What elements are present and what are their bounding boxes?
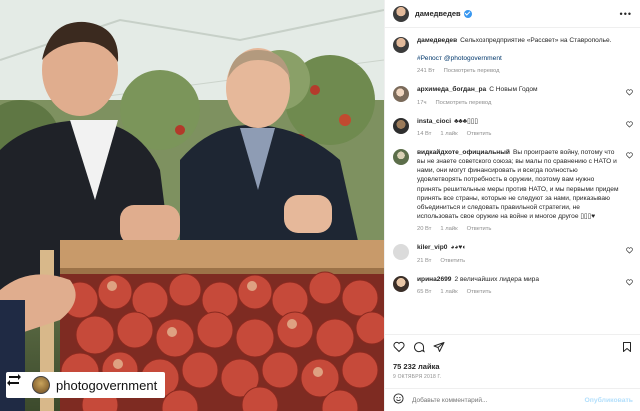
comment-input[interactable] — [412, 396, 585, 404]
repost-source-name: photogovernment — [56, 377, 158, 393]
heart-icon[interactable] — [626, 247, 633, 254]
bookmark-icon[interactable] — [621, 341, 633, 353]
comment-text: ◕◕♥◐ — [450, 244, 467, 252]
comment-time[interactable]: 20 Вт — [417, 226, 431, 232]
likes-count[interactable]: 75 232 лайка — [393, 362, 440, 371]
post-side-panel: дамедведев ••• дамедведев Сельхозпредприя… — [384, 0, 640, 411]
commenter-username[interactable]: ирина2699 — [417, 276, 451, 283]
comment-reply-button[interactable]: Ответить — [467, 289, 492, 295]
heart-icon[interactable] — [626, 279, 633, 286]
comment-icon[interactable] — [413, 341, 425, 353]
commenter-username[interactable]: insta_cioci — [417, 118, 451, 125]
commenter-username[interactable]: видкайдхоте_официальный — [417, 149, 510, 156]
comment-reply-button[interactable]: Ответить — [467, 226, 492, 232]
instagram-post: photogovernment дамедведев ••• дамедведе… — [0, 0, 640, 411]
post-photo[interactable]: photogovernment — [0, 0, 384, 411]
commenter-avatar[interactable] — [393, 117, 409, 134]
photo-illustration — [0, 0, 384, 411]
comment-time[interactable]: 17ч — [417, 100, 426, 106]
comment-time[interactable]: 21 Вт — [417, 258, 431, 264]
comment-item: видкайдхоте_официальный Вы проиграете вой… — [393, 148, 633, 232]
caption-username[interactable]: дамедведев — [417, 37, 457, 44]
comment-translate-link[interactable]: Посмотреть перевод — [435, 100, 491, 106]
commenter-avatar[interactable] — [393, 244, 409, 261]
heart-icon[interactable] — [393, 341, 405, 353]
comment-likes[interactable]: 1 лайк — [440, 226, 457, 232]
caption-text: Сельхозпредприятие «Рассвет» на Ставропо… — [460, 37, 612, 44]
author-username[interactable]: дамедведев — [415, 9, 461, 18]
repost-avatar — [32, 376, 50, 394]
action-bar — [385, 334, 640, 358]
emoji-icon[interactable] — [393, 391, 404, 409]
post-header: дамедведев ••• — [385, 0, 640, 28]
comment-item: insta_cioci ♣♣♣▯▯▯ 14 Вт 1 лайк Ответить — [393, 117, 633, 137]
comments-list[interactable]: дамедведев Сельхозпредприятие «Рассвет» н… — [385, 28, 640, 334]
verified-badge-icon — [463, 9, 472, 18]
caption-time[interactable]: 241 Вт — [417, 68, 435, 74]
comment-text: ♣♣♣▯▯▯ — [454, 117, 478, 125]
add-comment-bar: Опубликовать — [385, 388, 640, 411]
comment-text: 2 величайших лидера мира — [454, 275, 540, 283]
repost-badge[interactable]: photogovernment — [6, 372, 166, 398]
comment-reply-button[interactable]: Ответить — [440, 258, 465, 264]
heart-icon[interactable] — [626, 89, 633, 96]
comment-likes[interactable]: 1 лайк — [440, 131, 457, 137]
comment-item: ирина2699 2 величайших лидера мира 65 Вт … — [393, 275, 633, 295]
repost-icon — [7, 374, 26, 393]
comment-text: Вы проиграете войну, потому что вы не зн… — [417, 148, 619, 221]
commenter-avatar[interactable] — [393, 275, 409, 292]
caption-avatar[interactable] — [393, 37, 409, 53]
comment-item: kiler_vip0 ◕◕♥◐ 21 Вт Ответить — [393, 243, 633, 264]
comment-text: С Новым Годом — [489, 86, 538, 94]
author-avatar[interactable] — [393, 5, 409, 22]
caption: дамедведев Сельхозпредприятие «Рассвет» н… — [393, 36, 633, 74]
comment-likes[interactable]: 1 лайк — [440, 289, 457, 295]
heart-icon[interactable] — [626, 121, 633, 128]
commenter-avatar[interactable] — [393, 86, 409, 103]
comment-time[interactable]: 65 Вт — [417, 289, 431, 295]
post-date[interactable]: 9 ОКТЯБРЯ 2018 Г. — [393, 374, 441, 380]
comment-item: архимеда_богдан_ра С Новым Годом 17ч Посм… — [393, 85, 633, 106]
commenter-username[interactable]: kiler_vip0 — [417, 244, 447, 251]
publish-button[interactable]: Опубликовать — [584, 397, 633, 404]
comment-reply-button[interactable]: Ответить — [467, 131, 492, 137]
more-options-icon[interactable]: ••• — [620, 9, 632, 19]
heart-icon[interactable] — [626, 152, 633, 159]
caption-tags[interactable]: #Репост @photogovernment — [417, 54, 619, 63]
caption-translate-link[interactable]: Посмотреть перевод — [444, 68, 500, 74]
share-icon[interactable] — [433, 341, 445, 353]
commenter-avatar[interactable] — [393, 148, 409, 165]
commenter-username[interactable]: архимеда_богдан_ра — [417, 86, 486, 93]
comment-time[interactable]: 14 Вт — [417, 131, 431, 137]
